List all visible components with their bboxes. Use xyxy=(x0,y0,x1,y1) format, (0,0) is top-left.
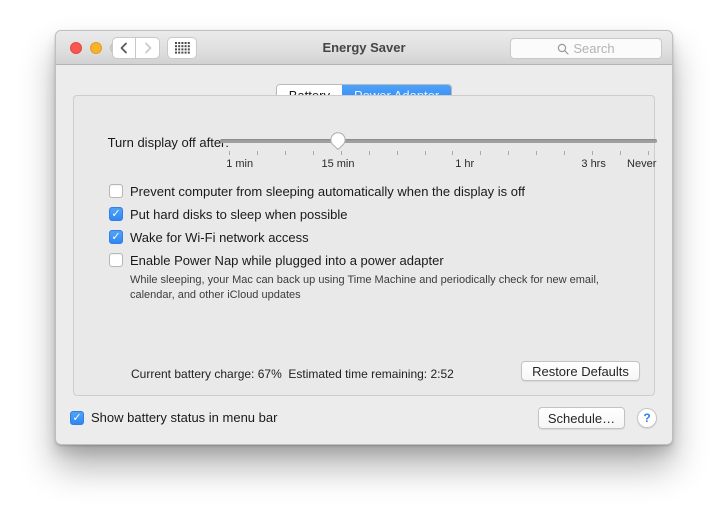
slider-tick xyxy=(452,151,454,155)
grid-icon xyxy=(174,42,190,54)
hard-disk-sleep-checkbox[interactable]: ✓ xyxy=(109,207,123,221)
power-nap-checkbox[interactable]: ✓ xyxy=(109,253,123,267)
schedule-button[interactable]: Schedule… xyxy=(538,407,625,429)
slider-tick xyxy=(312,151,314,155)
wake-wifi-checkbox[interactable]: ✓ xyxy=(109,230,123,244)
slider-tick xyxy=(228,151,230,155)
checkbox-label: Wake for Wi-Fi network access xyxy=(130,229,309,245)
help-button[interactable]: ? xyxy=(637,408,657,428)
title-bar[interactable]: Energy Saver Search xyxy=(56,31,672,65)
slider-thumb[interactable] xyxy=(330,132,346,150)
slider-tick xyxy=(592,151,594,155)
power-nap-description: While sleeping, your Mac can back up usi… xyxy=(130,274,599,301)
check-icon: ✓ xyxy=(72,411,82,424)
search-input[interactable]: Search xyxy=(510,38,662,59)
forward-button-disabled xyxy=(136,37,160,59)
check-icon: ✓ xyxy=(111,208,121,220)
close-button[interactable] xyxy=(70,42,82,54)
checkbox-label: Prevent computer from sleeping automatic… xyxy=(130,183,526,199)
checkbox-row-hard-disk-sleep[interactable]: ✓ Put hard disks to sleep when possible xyxy=(109,206,638,222)
energy-options: ✓ Prevent computer from sleeping automat… xyxy=(109,184,638,302)
menu-bar-battery-row[interactable]: ✓ Show battery status in menu bar xyxy=(70,410,277,425)
search-placeholder: Search xyxy=(573,41,615,56)
slider-tick xyxy=(536,151,538,155)
battery-status-text: Current battery charge: 67% Estimated ti… xyxy=(131,367,454,381)
restore-defaults-button[interactable]: Restore Defaults xyxy=(521,361,640,381)
minimize-button[interactable] xyxy=(90,42,102,54)
slider-tick xyxy=(480,151,482,155)
slider-tick-label: 1 min xyxy=(226,158,254,170)
slider-tick xyxy=(508,151,510,155)
power-adapter-pane: Turn display off after: 1 min 15 min 1 hr 3… xyxy=(73,95,657,396)
slider-tick xyxy=(256,151,258,155)
slider-tick xyxy=(564,151,566,155)
slider-tick-label: 1 hr xyxy=(455,158,475,170)
checkbox-row-power-nap[interactable]: ✓ Enable Power Nap while plugged into a … xyxy=(109,252,638,268)
slider-tick xyxy=(424,151,426,155)
slider-tick-label: Never xyxy=(627,158,657,170)
display-sleep-slider-label: Turn display off after: xyxy=(107,135,229,150)
menu-bar-checkbox-label: Show battery status in menu bar xyxy=(91,410,278,425)
slider-tick xyxy=(648,151,650,155)
back-button[interactable] xyxy=(112,37,136,59)
show-all-button[interactable] xyxy=(167,37,197,59)
display-sleep-slider-track[interactable] xyxy=(220,132,657,150)
chevron-left-icon xyxy=(119,42,129,54)
chevron-right-icon xyxy=(143,42,153,54)
show-battery-status-checkbox[interactable]: ✓ xyxy=(70,410,84,425)
energy-saver-window: Energy Saver Search Battery Power Adapte… xyxy=(55,30,673,445)
checkbox-row-prevent-sleep[interactable]: ✓ Prevent computer from sleeping automat… xyxy=(109,183,638,199)
slider-tick xyxy=(368,151,370,155)
checkbox-label: Enable Power Nap while plugged into a po… xyxy=(130,252,444,268)
search-icon xyxy=(557,43,569,55)
slider-tick-label: 3 hrs xyxy=(581,158,606,170)
slider-tick xyxy=(620,151,622,155)
slider-tick-labels: 1 min 15 min 1 hr 3 hrs Never xyxy=(220,158,657,171)
slider-tick xyxy=(284,151,286,155)
checkbox-row-wake-wifi[interactable]: ✓ Wake for Wi-Fi network access xyxy=(109,229,638,245)
checkbox-label: Put hard disks to sleep when possible xyxy=(130,206,348,222)
nav-buttons xyxy=(112,37,160,59)
slider-tick-label: 15 min xyxy=(321,158,355,170)
check-icon: ✓ xyxy=(111,231,121,243)
slider-tick xyxy=(340,151,342,155)
slider-ticks xyxy=(220,151,657,156)
slider-tick xyxy=(396,151,398,155)
prevent-sleep-checkbox[interactable]: ✓ xyxy=(109,184,123,198)
